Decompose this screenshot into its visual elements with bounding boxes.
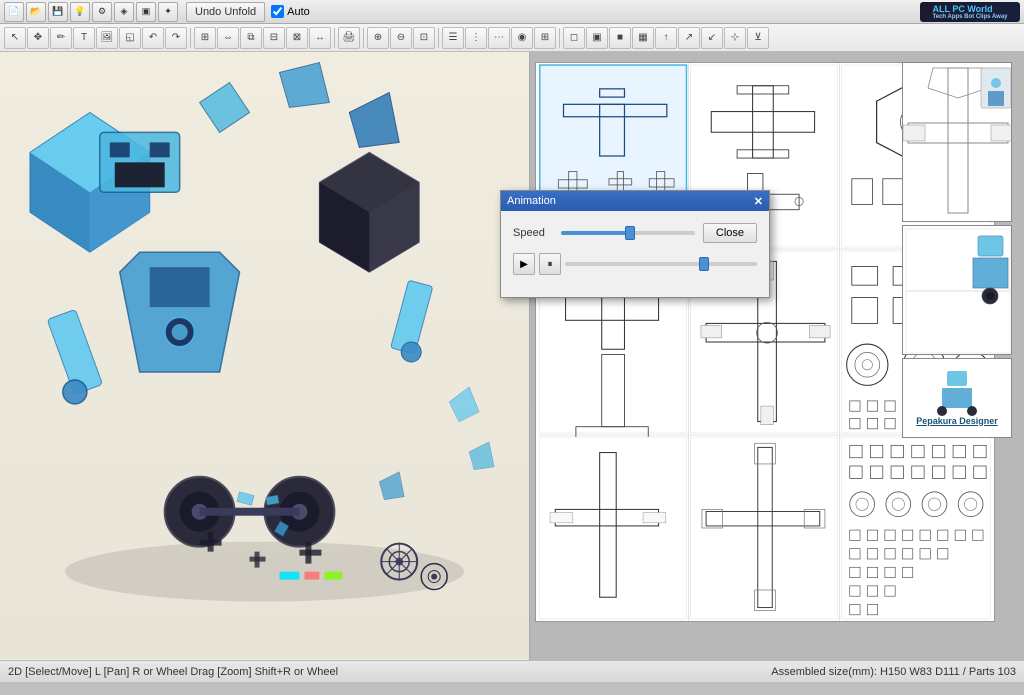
tb-zoom-fit[interactable]: ⊡ [413, 27, 435, 49]
logo-area: ALL PC World Tech Apps Bot Clips Away [920, 2, 1020, 22]
new-icon[interactable]: 📄 [4, 2, 24, 22]
tb-edge1[interactable]: ◻ [563, 27, 585, 49]
playback-row: ▶ ⏸ [513, 253, 757, 275]
tb-move[interactable]: ✥ [27, 27, 49, 49]
tb-select-all[interactable]: ⊞ [194, 27, 216, 49]
tb-texture[interactable]: ▦ [632, 27, 654, 49]
dialog-body: Speed Close ▶ ⏸ [501, 211, 769, 297]
sep3 [363, 28, 364, 48]
tb-export1[interactable]: ↑ [655, 27, 677, 49]
main-area: Pepakura Designer [0, 52, 1024, 660]
sep4 [438, 28, 439, 48]
dialog-close-button[interactable]: ✕ [754, 195, 763, 208]
speed-slider-container[interactable] [561, 226, 695, 240]
logo-subtext: Tech Apps Bot Clips Away [932, 14, 1007, 20]
tb-zoom-out[interactable]: ⊖ [390, 27, 412, 49]
3d-model-svg [0, 52, 529, 660]
auto-checkbox-group: Auto [271, 5, 310, 18]
light-icon[interactable]: 💡 [70, 2, 90, 22]
status-bar: 2D [Select/Move] L [Pan] R or Wheel Drag… [0, 660, 1024, 682]
speed-row: Speed Close [513, 223, 757, 243]
logo-box: ALL PC World Tech Apps Bot Clips Away [920, 2, 1020, 22]
tb-undo[interactable]: ↶ [142, 27, 164, 49]
tb-color[interactable]: ◉ [511, 27, 533, 49]
close-button[interactable]: Close [703, 223, 757, 243]
tb-flip[interactable]: ⇔ [217, 27, 239, 49]
tb-edge2[interactable]: ▣ [586, 27, 608, 49]
sep2 [334, 28, 335, 48]
tb-distribute[interactable]: ⊠ [286, 27, 308, 49]
sep5 [559, 28, 560, 48]
tb-import[interactable]: ↙ [701, 27, 723, 49]
dialog-title-text: Animation [507, 195, 556, 207]
right-thumbs: Pepakura Designer [902, 62, 1022, 622]
3d-viewport[interactable] [0, 52, 530, 660]
gear4-icon[interactable]: ✦ [158, 2, 178, 22]
gear3-icon[interactable]: ▣ [136, 2, 156, 22]
titlebar-tools: 📄 📂 💾 💡 ⚙ ◈ ▣ ✦ Undo Unfold Auto [4, 2, 310, 22]
tb-layers[interactable]: ☰ [442, 27, 464, 49]
play-button[interactable]: ▶ [513, 253, 535, 275]
tb-3d[interactable]: ◱ [119, 27, 141, 49]
tb-split[interactable]: ⋮ [465, 27, 487, 49]
undo-unfold-button[interactable]: Undo Unfold [186, 2, 265, 22]
auto-checkbox[interactable] [271, 5, 284, 18]
pause-button[interactable]: ⏸ [539, 253, 561, 275]
brand-name: Pepakura Designer [916, 416, 998, 426]
tb-zoom-in[interactable]: ⊕ [367, 27, 389, 49]
save-icon[interactable]: 💾 [48, 2, 68, 22]
tb-solid[interactable]: ■ [609, 27, 631, 49]
tb-extra2[interactable]: ⊻ [747, 27, 769, 49]
status-right: Assembled size(mm): H150 W83 D111 / Part… [771, 666, 1016, 678]
tb-pen[interactable]: ✏ [50, 27, 72, 49]
tb-stack[interactable]: ⧉ [240, 27, 262, 49]
tb-redo[interactable]: ↷ [165, 27, 187, 49]
speed-slider[interactable] [561, 231, 695, 235]
open-icon[interactable]: 📂 [26, 2, 46, 22]
progress-bar[interactable] [565, 262, 757, 266]
gear1-icon[interactable]: ⚙ [92, 2, 112, 22]
title-bar: 📄 📂 💾 💡 ⚙ ◈ ▣ ✦ Undo Unfold Auto ALL PC … [0, 0, 1024, 24]
tb-scale[interactable]: ↔ [309, 27, 331, 49]
logo-text: ALL PC World [932, 4, 1007, 14]
auto-label: Auto [287, 6, 310, 18]
gear2-icon[interactable]: ◈ [114, 2, 134, 22]
status-left: 2D [Select/Move] L [Pan] R or Wheel Drag… [8, 666, 338, 678]
speed-thumb[interactable] [625, 226, 635, 240]
tb-align[interactable]: ⊟ [263, 27, 285, 49]
2d-panel[interactable]: Pepakura Designer [530, 52, 1024, 660]
tb-join[interactable]: ⋯ [488, 27, 510, 49]
tb-cursor[interactable]: ↖ [4, 27, 26, 49]
progress-thumb[interactable] [699, 257, 709, 271]
thumb-column: Pepakura Designer [902, 62, 1022, 438]
thumb-2 [902, 225, 1012, 355]
tb-image[interactable]: 🖼 [96, 27, 118, 49]
brand-area: Pepakura Designer [902, 358, 1012, 438]
main-toolbar: ↖ ✥ ✏ T 🖼 ◱ ↶ ↷ ⊞ ⇔ ⧉ ⊟ ⊠ ↔ 🖨 ⊕ ⊖ ⊡ ☰ ⋮ … [0, 24, 1024, 52]
tb-print[interactable]: 🖨 [338, 27, 360, 49]
sep1 [190, 28, 191, 48]
tb-extra1[interactable]: ⊹ [724, 27, 746, 49]
speed-label: Speed [513, 227, 553, 239]
tb-text[interactable]: T [73, 27, 95, 49]
dialog-title-bar[interactable]: Animation ✕ [501, 191, 769, 211]
animation-dialog: Animation ✕ Speed Close ▶ ⏸ [500, 190, 770, 298]
tb-wireframe[interactable]: ⊞ [534, 27, 556, 49]
thumb-1 [902, 62, 1012, 222]
tb-export2[interactable]: ↗ [678, 27, 700, 49]
